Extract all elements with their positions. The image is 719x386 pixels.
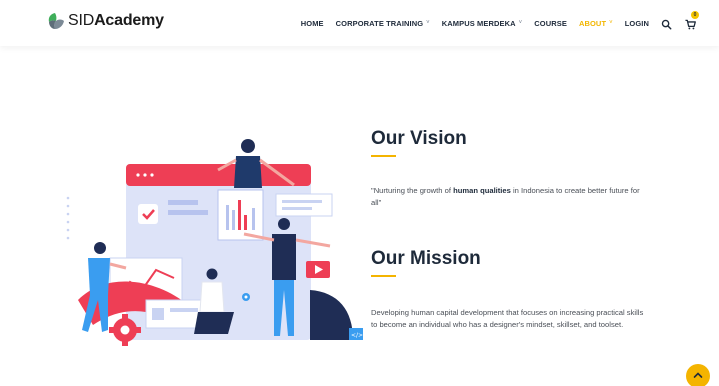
chevron-up-icon — [692, 364, 704, 386]
mission-heading: Our Mission — [371, 248, 481, 269]
site-header: SIDAcademy HOME CORPORATE TRAINING ˅ KAMP… — [0, 0, 719, 46]
vision-text-before: "Nurturing the growth of — [371, 186, 454, 195]
nav-corporate-training[interactable]: CORPORATE TRAINING ˅ — [336, 19, 430, 28]
search-icon[interactable] — [661, 17, 673, 30]
back-to-top-button[interactable] — [686, 364, 710, 386]
nav-login[interactable]: LOGIN — [625, 19, 649, 28]
brand-name: SIDAcademy — [68, 12, 164, 30]
svg-text:</>: </> — [351, 332, 363, 339]
vision-underline — [371, 155, 396, 157]
nav-label: ABOUT — [578, 18, 607, 28]
vision-heading: Our Vision — [371, 128, 467, 149]
nav-label: COURSE — [534, 18, 567, 28]
chevron-down-icon: ˅ — [518, 20, 523, 26]
team-illustration: </> — [48, 130, 364, 352]
main-nav: HOME CORPORATE TRAINING ˅ KAMPUS MERDEKA ˅… — [289, 11, 699, 30]
cart-count-badge: 0 — [691, 11, 699, 19]
cart-icon[interactable]: 0 — [685, 11, 699, 30]
nav-kampus-merdeka[interactable]: KAMPUS MERDEKA ˅ — [442, 19, 523, 28]
mission-text: Developing human capital development tha… — [371, 308, 644, 329]
nav-course[interactable]: COURSE — [534, 19, 567, 28]
vision-text-bold: human qualities — [453, 186, 511, 195]
brand-academy: Academy — [94, 12, 164, 29]
brand-logo[interactable]: SIDAcademy — [46, 10, 164, 32]
chevron-down-icon: ˅ — [609, 20, 613, 26]
nav-label: CORPORATE TRAINING — [335, 18, 424, 28]
logo-icon — [46, 11, 66, 31]
nav-label: LOGIN — [624, 18, 649, 28]
nav-about[interactable]: ABOUT ˅ — [579, 19, 613, 28]
nav-home[interactable]: HOME — [301, 19, 324, 28]
chevron-down-icon: ˅ — [426, 20, 430, 26]
vision-text: "Nurturing the growth of human qualities… — [371, 185, 641, 209]
nav-label: HOME — [300, 18, 324, 28]
mission-underline — [371, 275, 396, 277]
brand-sid: SID — [68, 12, 95, 29]
nav-label: KAMPUS MERDEKA — [441, 18, 516, 28]
